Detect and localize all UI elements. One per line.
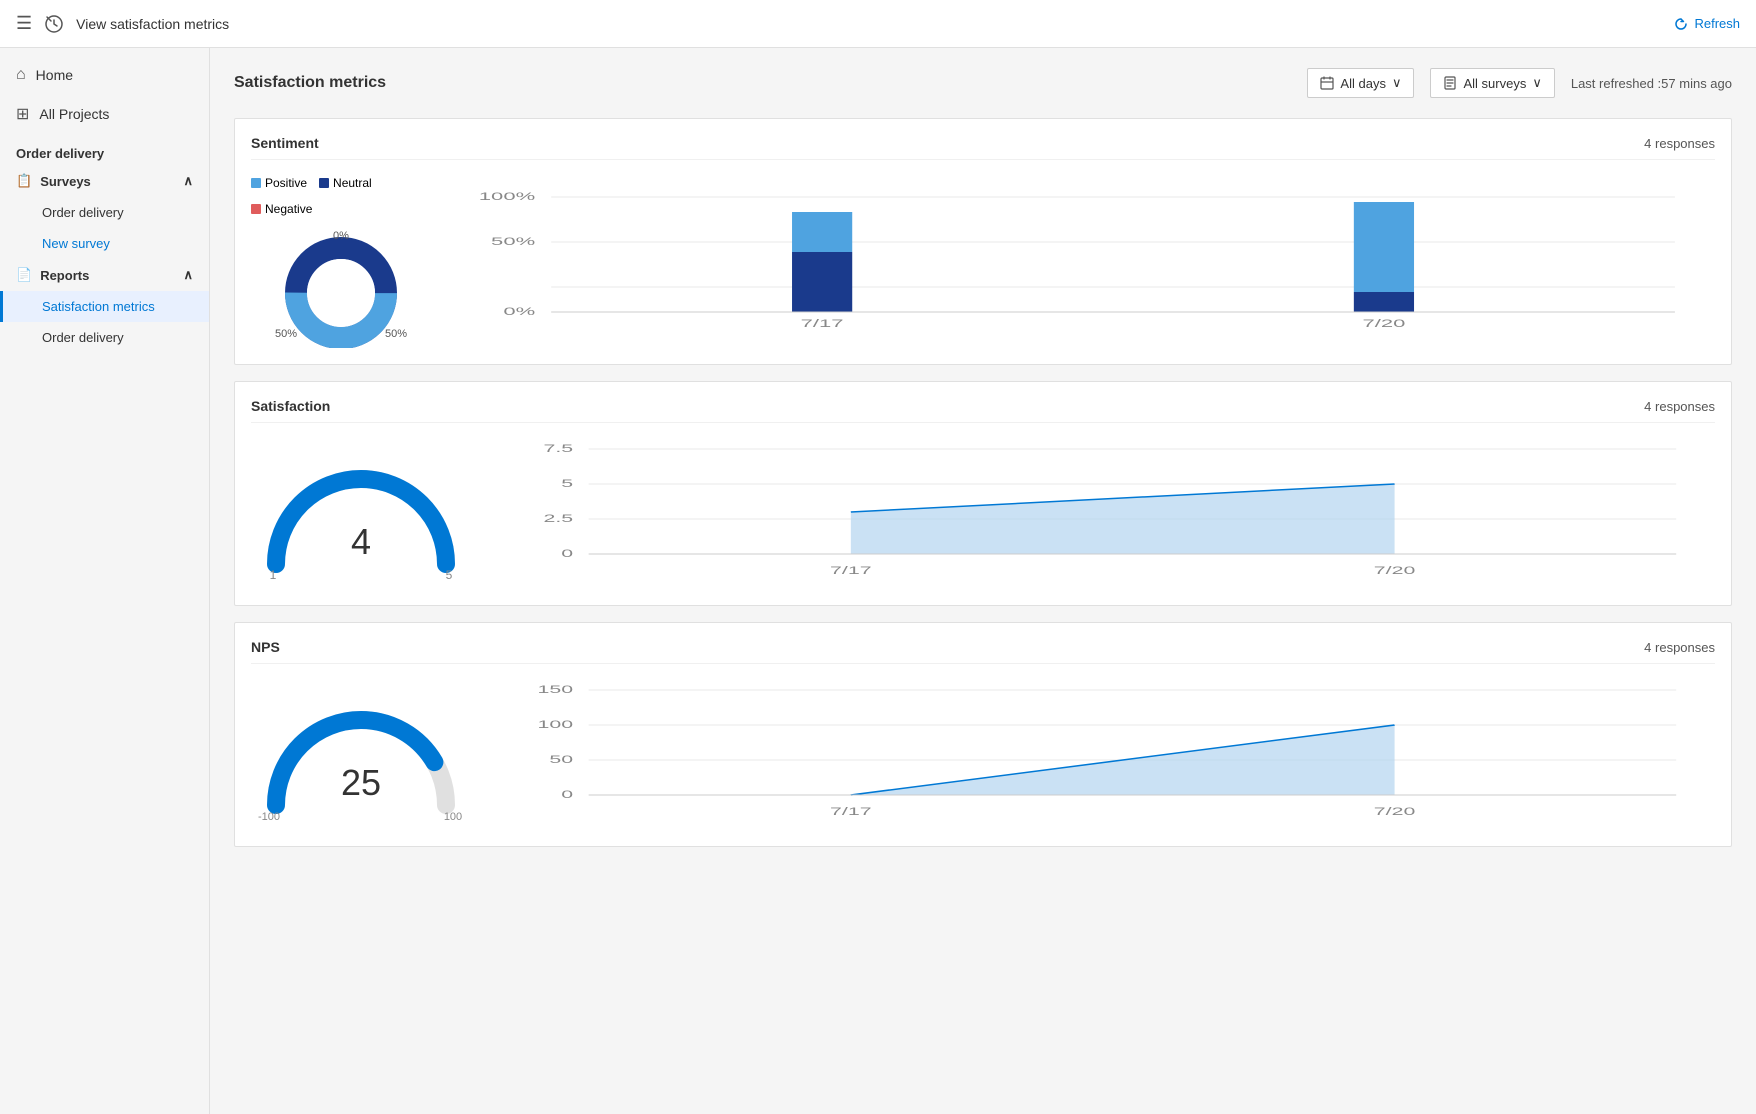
- svg-text:0: 0: [561, 788, 573, 800]
- satisfaction-card: Satisfaction 4 responses 4 1 5: [234, 381, 1732, 606]
- sidebar-reports-group[interactable]: 📄 Reports ∧: [0, 259, 209, 291]
- last-refreshed: Last refreshed :57 mins ago: [1571, 76, 1732, 91]
- nps-area-chart: 150 100 50 0 7/17 7/20: [511, 680, 1715, 830]
- svg-text:5: 5: [446, 568, 453, 579]
- svg-text:50%: 50%: [491, 235, 535, 248]
- svg-text:100%: 100%: [479, 190, 535, 203]
- svg-text:25: 25: [341, 762, 381, 803]
- projects-icon: ⊞: [16, 104, 29, 124]
- svg-text:-100: -100: [258, 811, 280, 820]
- legend-positive: Positive: [251, 176, 307, 190]
- satisfaction-title: Satisfaction: [251, 398, 330, 414]
- calendar-icon: [1320, 76, 1334, 90]
- refresh-button[interactable]: Refresh: [1674, 16, 1740, 31]
- page-title: Satisfaction metrics: [234, 74, 1291, 92]
- legend-negative: Negative: [251, 202, 312, 216]
- sidebar-item-all-projects[interactable]: ⊞ All Projects: [0, 94, 209, 134]
- sidebar-item-satisfaction-metrics[interactable]: Satisfaction metrics: [0, 291, 209, 322]
- sentiment-legend: Positive Neutral Negative: [251, 176, 431, 216]
- satisfaction-gauge: 4 1 5: [251, 449, 471, 579]
- sidebar-item-home[interactable]: ⌂ Home: [0, 56, 209, 94]
- chevron-down-icon: ∨: [1392, 75, 1402, 91]
- svg-text:150: 150: [538, 683, 574, 695]
- sidebar-item-new-survey[interactable]: New survey: [0, 228, 209, 259]
- legend-dot-negative: [251, 204, 261, 214]
- sentiment-donut: Positive Neutral Negative: [251, 176, 431, 348]
- nps-responses: 4 responses: [1644, 640, 1715, 655]
- surveys-collapse-icon: ∧: [183, 173, 193, 189]
- sidebar-item-order-delivery-report[interactable]: Order delivery: [0, 322, 209, 353]
- sentiment-card-body: Positive Neutral Negative: [251, 176, 1715, 348]
- nps-card-body: 25 -100 100 150: [251, 680, 1715, 830]
- svg-text:50: 50: [549, 753, 573, 765]
- donut-wrapper: 0% 50% 50%: [271, 228, 411, 348]
- sentiment-card-header: Sentiment 4 responses: [251, 135, 1715, 160]
- svg-text:7/17: 7/17: [830, 564, 872, 576]
- svg-text:5: 5: [561, 477, 573, 489]
- sidebar-item-order-delivery-survey[interactable]: Order delivery: [0, 197, 209, 228]
- svg-text:7/17: 7/17: [830, 805, 872, 817]
- svg-text:7/20: 7/20: [1362, 317, 1405, 330]
- surveys-icon: 📋: [16, 173, 32, 189]
- satisfaction-gauge-svg: 4 1 5: [251, 449, 471, 579]
- sidebar-surveys-group[interactable]: 📋 Surveys ∧: [0, 165, 209, 197]
- reports-collapse-icon: ∧: [183, 267, 193, 283]
- reports-icon: 📄: [16, 267, 32, 283]
- sentiment-responses: 4 responses: [1644, 136, 1715, 151]
- nps-area-svg: 150 100 50 0 7/17 7/20: [511, 680, 1715, 830]
- history-icon: [44, 14, 64, 34]
- legend-dot-neutral: [319, 178, 329, 188]
- sentiment-bar-svg: 100% 50% 0% 7/17 7/20: [471, 187, 1715, 337]
- sentiment-title: Sentiment: [251, 135, 319, 151]
- sidebar: ⌂ Home ⊞ All Projects Order delivery 📋 S…: [0, 48, 210, 1114]
- topbar-title: View satisfaction metrics: [76, 16, 229, 32]
- donut-label-right: 50%: [385, 328, 407, 340]
- survey-icon: [1443, 76, 1457, 90]
- nps-gauge-svg: 25 -100 100: [251, 690, 471, 820]
- satisfaction-area-svg: 7.5 5 2.5 0 7/17 7/20: [511, 439, 1715, 589]
- svg-text:7/20: 7/20: [1374, 564, 1416, 576]
- donut-label-top: 0%: [333, 230, 349, 242]
- satisfaction-area-chart: 7.5 5 2.5 0 7/17 7/20: [511, 439, 1715, 589]
- chevron-down-icon-2: ∨: [1532, 75, 1542, 91]
- topbar: ☰ View satisfaction metrics Refresh: [0, 0, 1756, 48]
- legend-dot-positive: [251, 178, 261, 188]
- nps-card: NPS 4 responses 25 -100 100: [234, 622, 1732, 847]
- legend-neutral: Neutral: [319, 176, 372, 190]
- content-header: Satisfaction metrics All days ∨ All surv…: [234, 68, 1732, 98]
- svg-text:1: 1: [270, 568, 277, 579]
- svg-text:7/20: 7/20: [1374, 805, 1416, 817]
- menu-icon[interactable]: ☰: [16, 13, 32, 34]
- svg-text:100: 100: [444, 811, 462, 820]
- svg-text:0: 0: [561, 547, 573, 559]
- satisfaction-card-header: Satisfaction 4 responses: [251, 398, 1715, 423]
- svg-text:0%: 0%: [503, 305, 535, 318]
- filter-all-days[interactable]: All days ∨: [1307, 68, 1414, 98]
- filter-all-surveys[interactable]: All surveys ∨: [1430, 68, 1554, 98]
- svg-text:4: 4: [351, 521, 371, 562]
- donut-label-left: 50%: [275, 328, 297, 340]
- nps-card-header: NPS 4 responses: [251, 639, 1715, 664]
- svg-text:100: 100: [538, 718, 574, 730]
- svg-text:7.5: 7.5: [543, 442, 573, 454]
- svg-text:7/17: 7/17: [801, 317, 844, 330]
- satisfaction-card-body: 4 1 5 7.5 5: [251, 439, 1715, 589]
- nps-title: NPS: [251, 639, 280, 655]
- svg-text:2.5: 2.5: [543, 512, 573, 524]
- main-content: Satisfaction metrics All days ∨ All surv…: [210, 48, 1756, 1114]
- satisfaction-responses: 4 responses: [1644, 399, 1715, 414]
- nps-gauge: 25 -100 100: [251, 690, 471, 820]
- home-icon: ⌂: [16, 66, 26, 84]
- sentiment-bar-chart: 100% 50% 0% 7/17 7/20: [471, 187, 1715, 337]
- sidebar-section-order-delivery: Order delivery: [0, 134, 209, 165]
- sentiment-card: Sentiment 4 responses Positive Neutral: [234, 118, 1732, 365]
